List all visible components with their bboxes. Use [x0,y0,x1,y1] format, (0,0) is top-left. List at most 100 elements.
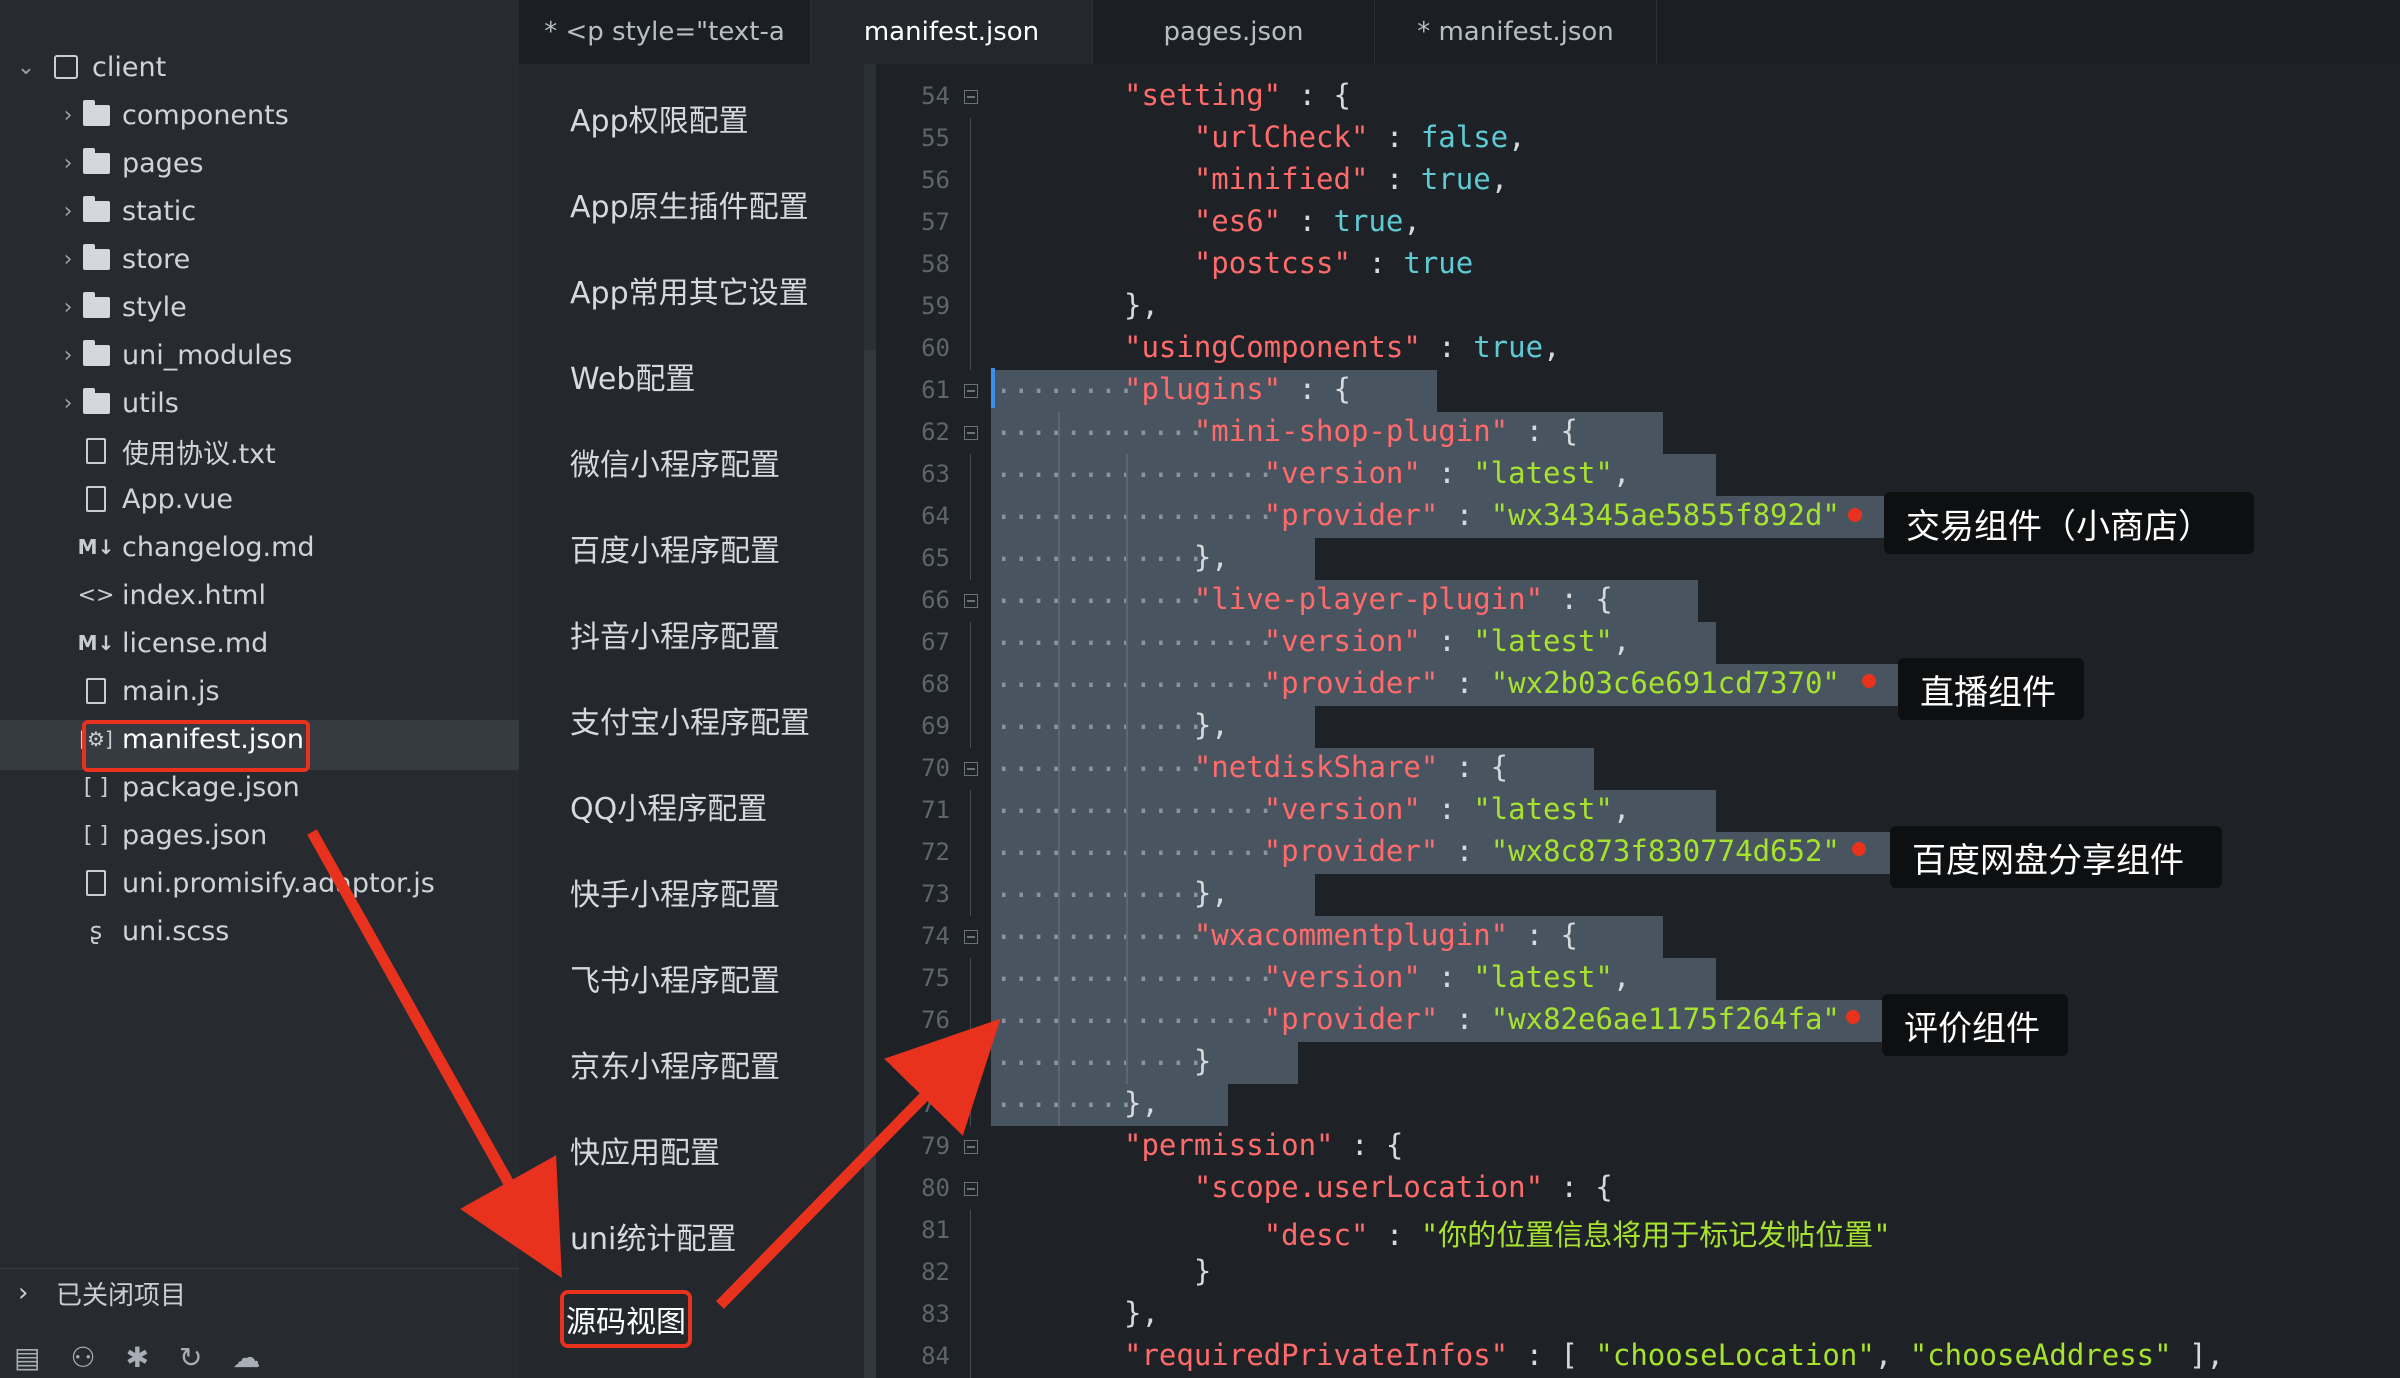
fold-toggle-icon[interactable] [964,1140,978,1154]
code-line[interactable]: "version" : "latest", [1124,792,1631,826]
settings-nav-item[interactable]: 支付宝小程序配置 [570,698,810,742]
sidebar-item-changelog-md[interactable]: M↓ changelog.md [56,524,315,570]
code-line[interactable]: "provider" : "wx34345ae5855f892d" [1124,498,1840,532]
code-line[interactable]: "wxacommentplugin" : { [1124,918,1578,952]
sidebar-item-pages-json[interactable]: [ ] pages.json [56,812,267,858]
code-line[interactable]: }, [1124,876,1229,910]
code-line[interactable]: }, [1124,708,1229,742]
sidebar-item-store[interactable]: › store [56,236,190,282]
fold-toggle-icon[interactable] [964,384,978,398]
sidebar-item-pages[interactable]: › pages [56,140,204,186]
sidebar-item-components[interactable]: › components [56,92,289,138]
settings-nav-item[interactable]: App权限配置 [570,96,749,140]
chevron-right-icon[interactable]: › [56,151,80,176]
settings-nav-item[interactable]: Web配置 [570,354,695,398]
chevron-right-icon[interactable]: › [56,295,80,320]
fold-toggle-icon[interactable] [964,426,978,440]
chevron-right-icon[interactable]: › [56,103,80,128]
chevron-down-icon[interactable]: ⌄ [14,55,38,80]
sidebar-item-uni-modules[interactable]: › uni_modules [56,332,292,378]
sidebar-item-uni-scss[interactable]: ʂ uni.scss [56,908,230,954]
chevron-right-icon[interactable]: › [56,247,80,272]
cloud-icon[interactable]: ☁ [233,1341,261,1374]
line-number: 81 [921,1216,950,1244]
line-number: 58 [921,250,950,278]
code-line[interactable]: "provider" : "wx8c873f830774d652" [1124,834,1840,868]
tab-manifest-modified[interactable]: * manifest.json [1375,0,1657,64]
project-root[interactable]: ⌄ client [14,44,166,90]
fold-toggle-icon[interactable] [964,594,978,608]
settings-scrollbar-thumb[interactable] [864,350,876,1378]
binoculars-icon[interactable]: ⚇ [70,1341,95,1374]
code-line[interactable]: "minified" : true, [1124,162,1508,196]
code-line[interactable]: "live-player-plugin" : { [1124,582,1613,616]
code-line[interactable]: "scope.userLocation" : { [1124,1170,1613,1204]
explorer-icon[interactable]: ▤ [14,1341,40,1374]
code-line[interactable]: }, [1124,288,1159,322]
code-line[interactable]: }, [1124,540,1229,574]
fold-toggle-icon[interactable] [964,762,978,776]
sidebar-item-txt[interactable]: 使用协议.txt [56,428,276,474]
fold-toggle-icon[interactable] [964,1182,978,1196]
tab-manifest-active[interactable]: manifest.json [811,0,1093,64]
code-line[interactable]: "urlCheck" : false, [1124,120,1526,154]
code-line[interactable]: "permission" : { [1124,1128,1403,1162]
sidebar-item-app-vue[interactable]: App.vue [56,476,233,522]
settings-nav-item[interactable]: 飞书小程序配置 [570,956,780,1000]
sidebar-item-index-html[interactable]: <> index.html [56,572,266,618]
code-line[interactable]: }, [1124,1296,1159,1330]
code-line[interactable]: "netdiskShare" : { [1124,750,1508,784]
code-line[interactable]: "requiredPrivateInfos" : [ "chooseLocati… [1124,1338,2224,1372]
git-icon[interactable]: ↻ [179,1341,202,1374]
line-number: 80 [921,1174,950,1202]
sidebar-item-static[interactable]: › static [56,188,196,234]
settings-nav-item[interactable]: 快应用配置 [570,1128,720,1172]
code-line[interactable]: "usingComponents" : true, [1124,330,1561,364]
code-line[interactable]: "plugins" : { [1124,372,1351,406]
settings-nav-item[interactable]: 快手小程序配置 [570,870,780,914]
settings-nav-item[interactable]: App原生插件配置 [570,182,809,226]
code-line[interactable]: } [1124,1254,1211,1288]
debug-icon[interactable]: ✱ [126,1341,149,1374]
fold-toggle-icon[interactable] [964,90,978,104]
whitespace-markers: ········ [995,1088,1135,1122]
closed-projects[interactable]: › 已关闭项目 [0,1270,519,1316]
code-line[interactable]: "provider" : "wx82e6ae1175f264fa" [1124,1002,1840,1036]
code-line[interactable]: "es6" : true, [1124,204,1421,238]
code-line[interactable]: "version" : "latest", [1124,624,1631,658]
settings-nav-item[interactable]: App常用其它设置 [570,268,809,312]
chevron-right-icon[interactable]: › [56,199,80,224]
tab-pages-json[interactable]: pages.json [1093,0,1375,64]
code-line[interactable]: "provider" : "wx2b03c6e691cd7370" [1124,666,1840,700]
code-line[interactable]: "postcss" : true [1124,246,1473,280]
file-icon [80,869,112,897]
tab-p-style[interactable]: * <p style="text-a [519,0,811,64]
settings-nav-item[interactable]: 抖音小程序配置 [570,612,780,656]
settings-nav-item[interactable]: 百度小程序配置 [570,526,780,570]
indent-guide [1058,412,1060,1126]
code-line[interactable]: "setting" : { [1124,78,1351,112]
code-line[interactable]: } [1124,1044,1211,1078]
fold-toggle-icon[interactable] [964,930,978,944]
sidebar-item-label: index.html [122,579,266,611]
sidebar-item-utils[interactable]: › utils [56,380,179,426]
chevron-right-icon[interactable]: › [18,1278,46,1308]
code-line[interactable]: "version" : "latest", [1124,456,1631,490]
sidebar-item-uni-promisify-adaptor-js[interactable]: uni.promisify.adaptor.js [56,860,435,906]
sidebar-item-license-md[interactable]: M↓ license.md [56,620,269,666]
code-line[interactable]: }, [1124,1086,1159,1120]
settings-nav-item[interactable]: uni统计配置 [570,1214,736,1258]
sidebar-item-style[interactable]: › style [56,284,187,330]
chevron-right-icon[interactable]: › [56,343,80,368]
code-line[interactable]: "desc" : "你的位置信息将用于标记发帖位置" [1124,1212,1891,1254]
settings-nav-item[interactable]: QQ小程序配置 [570,784,767,828]
code-line[interactable]: "version" : "latest", [1124,960,1631,994]
settings-nav-item[interactable]: 微信小程序配置 [570,440,780,484]
code-line[interactable]: "mini-shop-plugin" : { [1124,414,1578,448]
line-number: 64 [921,502,950,530]
sidebar-item-main-js[interactable]: main.js [56,668,220,714]
chevron-right-icon[interactable]: › [56,391,80,416]
fold-guide [970,1210,971,1252]
settings-nav-item[interactable]: 京东小程序配置 [570,1042,780,1086]
source-view-button[interactable]: 源码视图 [560,1290,692,1348]
